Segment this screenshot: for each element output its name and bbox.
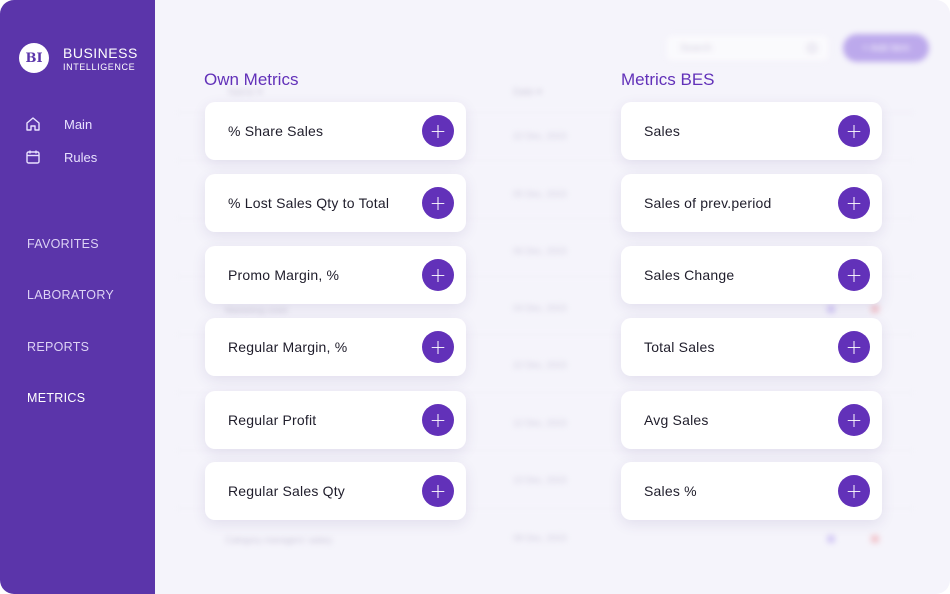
own-metric-card: % Lost Sales Qty to Total +: [205, 174, 466, 232]
own-metric-card: Regular Margin, % +: [205, 318, 466, 376]
add-metric-button[interactable]: +: [838, 475, 870, 507]
add-metric-button[interactable]: +: [838, 187, 870, 219]
metric-label: Total Sales: [644, 339, 715, 355]
metric-label: Avg Sales: [644, 412, 709, 428]
logo-subtitle: INTELLIGENCE: [63, 62, 136, 72]
add-metric-button[interactable]: +: [838, 331, 870, 363]
background-date: 12 Dec, 2023: [513, 418, 567, 428]
sidebar-section-reports[interactable]: REPORTS: [27, 340, 89, 354]
sidebar-item-rules[interactable]: Rules: [25, 148, 97, 166]
sidebar-item-main[interactable]: Main: [25, 115, 92, 133]
calendar-icon: [25, 149, 41, 165]
bes-metric-card: Sales Change +: [621, 246, 882, 304]
background-text: Marketing costs: [225, 305, 289, 315]
background-divider: [175, 160, 915, 161]
metric-label: Sales Change: [644, 267, 735, 283]
metric-label: Regular Sales Qty: [228, 483, 346, 499]
logo-mark[interactable]: BI: [19, 43, 49, 73]
bes-metric-card: Sales of prev.period +: [621, 174, 882, 232]
sidebar-item-label: Rules: [64, 149, 98, 165]
add-metric-button[interactable]: +: [838, 115, 870, 147]
background-divider: [175, 450, 915, 451]
background-date: 08 Dec, 2023: [513, 533, 567, 543]
add-metric-button[interactable]: +: [422, 187, 454, 219]
sidebar-section-metrics[interactable]: METRICS: [27, 391, 85, 405]
background-search-input: Search: [665, 34, 830, 62]
metric-label: Regular Margin, %: [228, 339, 348, 355]
background-date: 04 Dec, 2023: [513, 303, 567, 313]
sidebar: BI BUSINESS INTELLIGENCE Main Rules FAVO…: [0, 0, 155, 594]
background-date: 06 Dec, 2023: [513, 246, 567, 256]
own-metrics-title: Own Metrics: [204, 70, 299, 89]
app-window: Search + Add item Name ▾ Date ▾ 22 Dec, …: [0, 0, 950, 594]
bes-metric-card: Sales +: [621, 102, 882, 160]
background-date: 13 Dec, 2023: [513, 475, 567, 485]
add-metric-button[interactable]: +: [838, 259, 870, 291]
add-metric-button[interactable]: +: [422, 331, 454, 363]
add-metric-button[interactable]: +: [422, 475, 454, 507]
bes-metric-card: Avg Sales +: [621, 391, 882, 449]
sidebar-item-label: Main: [64, 116, 93, 132]
add-metric-button[interactable]: +: [422, 259, 454, 291]
bes-metric-card: Total Sales +: [621, 318, 882, 376]
metric-label: Sales %: [644, 483, 697, 499]
metrics-bes-title: Metrics BES: [621, 70, 715, 89]
logo-title: BUSINESS: [63, 45, 138, 61]
background-date: 05 Dec, 2023: [513, 189, 567, 199]
metric-label: Sales of prev.period: [644, 195, 772, 211]
home-icon: [25, 116, 41, 132]
background-edit-icon: [827, 535, 835, 543]
sidebar-section-favorites[interactable]: FAVORITES: [27, 237, 99, 251]
metric-label: % Share Sales: [228, 123, 324, 139]
bes-metric-card: Sales % +: [621, 462, 882, 520]
background-delete-icon: [871, 305, 879, 313]
background-text: Category managers' salary: [225, 535, 333, 545]
metric-label: Sales: [644, 123, 681, 139]
own-metric-card: % Share Sales +: [205, 102, 466, 160]
metric-label: Regular Profit: [228, 412, 317, 428]
own-metric-card: Regular Profit +: [205, 391, 466, 449]
background-edit-icon: [827, 305, 835, 313]
add-metric-button[interactable]: +: [422, 115, 454, 147]
own-metric-card: Promo Margin, % +: [205, 246, 466, 304]
background-date: 22 Dec, 2023: [513, 131, 567, 141]
metric-label: Promo Margin, %: [228, 267, 340, 283]
background-delete-icon: [871, 535, 879, 543]
background-column-header: Date ▾: [513, 87, 542, 98]
sidebar-section-laboratory[interactable]: LABORATORY: [27, 288, 114, 302]
background-add-button: + Add item: [843, 34, 929, 62]
own-metric-card: Regular Sales Qty +: [205, 462, 466, 520]
background-date: 22 Dec, 2023: [513, 360, 567, 370]
add-metric-button[interactable]: +: [422, 404, 454, 436]
metric-label: % Lost Sales Qty to Total: [228, 195, 390, 211]
add-metric-button[interactable]: +: [838, 404, 870, 436]
